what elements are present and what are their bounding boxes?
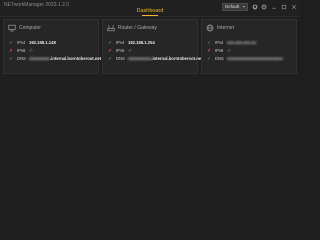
ipv4-row: ✓ IPv4 192.168.1.254 — [107, 39, 155, 46]
card-header: Router / Gateway — [107, 24, 157, 32]
router-icon — [107, 24, 115, 32]
dns-value[interactable]: .internal.borntoberoot.net — [50, 56, 101, 61]
cross-icon: ✗ — [9, 47, 13, 53]
ipv4-value[interactable]: 192.168.1.148 — [29, 40, 56, 45]
ipv6-value[interactable]: -/- — [227, 48, 231, 53]
row-label: IPv4 — [116, 40, 125, 45]
computer-card: Computer ✓ IPv4 192.168.1.148 ✗ IPv6 -/-… — [3, 19, 101, 74]
ipv6-row: ✗ IPv6 -/- — [8, 47, 33, 54]
ipv6-row: ✗ IPv6 -/- — [206, 47, 231, 54]
cross-icon: ✗ — [108, 47, 112, 53]
page-title: Dashboard — [136, 8, 164, 14]
check-icon: ✓ — [108, 55, 112, 61]
row-label: DNS — [17, 56, 26, 61]
row-label: DNS — [215, 56, 224, 61]
internet-card: Internet ✓ IPv4 xxx.xxx.xxx.xx ✗ IPv6 -/… — [201, 19, 297, 74]
dns-hostname-redacted: xxxxxxxxx — [29, 56, 50, 61]
row-label: IPv4 — [215, 40, 224, 45]
row-label: IPv6 — [116, 48, 125, 53]
ipv6-row: ✗ IPv6 -/- — [107, 47, 132, 54]
check-icon: ✓ — [9, 39, 13, 45]
card-header: Computer — [8, 24, 41, 32]
dns-value[interactable]: .internal.borntoberoot.net — [151, 56, 202, 61]
ipv6-value[interactable]: -/- — [29, 48, 33, 53]
page-title-underline — [142, 15, 158, 16]
globe-icon — [206, 24, 214, 32]
card-title: Internet — [217, 25, 234, 31]
dns-row: ✓ DNS xxxxxxxxxxxxxxxxxxxxxxxx — [206, 55, 283, 62]
dns-value-redacted[interactable]: xxxxxxxxxxxxxxxxxxxxxxxx — [227, 56, 283, 61]
cross-icon: ✗ — [207, 47, 211, 53]
dns-row: ✓ DNS xxxxxxxxx .internal.borntoberoot.n… — [8, 55, 101, 62]
row-label: DNS — [116, 56, 125, 61]
card-header: Internet — [206, 24, 234, 32]
dns-hostname-redacted: xxxxxxxxxx — [128, 56, 152, 61]
app-window: NETworkManager 2023.1.2.0 Default ▾ Dash… — [0, 0, 300, 200]
ipv4-value[interactable]: 192.168.1.254 — [128, 40, 155, 45]
ipv4-row: ✓ IPv4 192.168.1.148 — [8, 39, 56, 46]
row-label: IPv4 — [17, 40, 26, 45]
check-icon: ✓ — [9, 55, 13, 61]
check-icon: ✓ — [108, 39, 112, 45]
row-label: IPv6 — [17, 48, 26, 53]
row-label: IPv6 — [215, 48, 224, 53]
ipv4-row: ✓ IPv4 xxx.xxx.xxx.xx — [206, 39, 256, 46]
ipv6-value[interactable]: -/- — [128, 48, 132, 53]
card-title: Router / Gateway — [118, 25, 157, 31]
router-card: Router / Gateway ✓ IPv4 192.168.1.254 ✗ … — [102, 19, 202, 74]
ipv4-value-redacted[interactable]: xxx.xxx.xxx.xx — [227, 40, 256, 45]
check-icon: ✓ — [207, 39, 211, 45]
dns-row: ✓ DNS xxxxxxxxxx .internal.borntoberoot.… — [107, 55, 202, 62]
monitor-icon — [8, 24, 16, 32]
card-title: Computer — [19, 25, 41, 31]
check-icon: ✓ — [207, 55, 211, 61]
